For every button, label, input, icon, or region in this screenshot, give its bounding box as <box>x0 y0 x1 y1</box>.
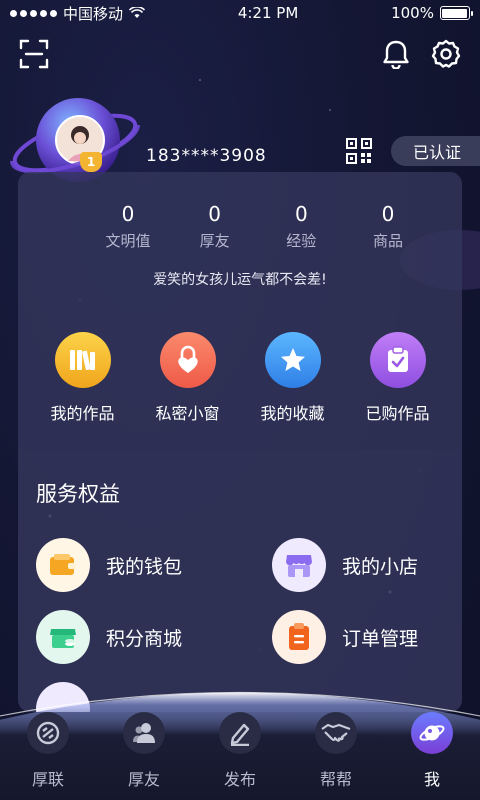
settings-button[interactable] <box>428 36 464 72</box>
wallet-icon <box>50 554 76 575</box>
level-badge-number: 1 <box>86 155 96 169</box>
service-label: 我的钱包 <box>106 555 183 578</box>
stat-civility[interactable]: 0 文明值 <box>98 202 158 251</box>
notifications-button[interactable] <box>378 36 414 72</box>
verified-label: 已认证 <box>413 143 462 162</box>
tab-friends[interactable]: 厚友 <box>104 712 184 790</box>
service-points-mall[interactable]: 积分商城 <box>36 610 182 664</box>
handshake-icon <box>321 723 351 742</box>
stat-label: 文明值 <box>105 232 151 250</box>
stat-goods[interactable]: 0 商品 <box>358 202 418 251</box>
stat-value: 0 <box>121 202 135 226</box>
tab-icon-bg <box>315 712 357 754</box>
level-badge: 1 <box>80 152 102 172</box>
tab-icon-bg <box>27 712 69 754</box>
tab-icon-bg <box>123 712 165 754</box>
points-mall-icon <box>50 629 76 648</box>
friends-icon <box>133 723 155 743</box>
bottom-tab-bar: 厚联 厚友 发布 帮帮 我 <box>0 700 480 800</box>
service-icon-bg <box>272 610 326 664</box>
service-my-store[interactable]: 我的小店 <box>272 538 418 592</box>
service-wallet[interactable]: 我的钱包 <box>36 538 182 592</box>
star-icon <box>280 348 305 371</box>
service-icon-bg <box>272 538 326 592</box>
tab-label: 帮帮 <box>319 770 352 789</box>
service-icon-bg <box>36 610 90 664</box>
shortcut-label: 我的收藏 <box>260 404 325 423</box>
pen-icon <box>230 723 250 746</box>
verified-badge[interactable]: 已认证 <box>391 136 480 166</box>
shortcut-icon-bg <box>369 332 426 388</box>
stat-value: 0 <box>208 202 222 226</box>
tab-help[interactable]: 帮帮 <box>296 712 376 790</box>
wifi-icon <box>129 7 146 18</box>
stat-value: 0 <box>294 202 308 226</box>
shortcut-favorites[interactable]: 我的收藏 <box>248 332 338 442</box>
battery-percent: 100% <box>391 4 434 22</box>
service-order-management[interactable]: 订单管理 <box>272 610 418 664</box>
stat-experience[interactable]: 0 经验 <box>271 202 331 251</box>
shortcut-label: 已购作品 <box>365 404 430 423</box>
service-label: 订单管理 <box>342 627 419 650</box>
bell-icon <box>383 40 409 69</box>
stats-row: 0 文明值 0 厚友 0 经验 0 商品 <box>98 202 418 251</box>
section-title: 服务权益 <box>36 482 120 506</box>
planet-icon <box>419 725 445 741</box>
shortcut-purchased[interactable]: 已购作品 <box>353 332 443 442</box>
scan-icon <box>19 39 49 69</box>
shortcut-icon-bg <box>159 332 216 388</box>
stat-label: 商品 <box>372 232 403 250</box>
signature-motto: 爱笑的女孩儿运气都不会差! <box>153 272 327 288</box>
signal-strength-icon <box>10 9 57 17</box>
carrier-name: 中国移动 <box>63 4 124 23</box>
shortcut-my-works[interactable]: 我的作品 <box>38 332 128 442</box>
shortcut-label: 私密小窗 <box>155 404 220 423</box>
service-icon-bg <box>36 538 90 592</box>
gear-icon <box>431 39 461 68</box>
order-icon <box>289 623 309 650</box>
service-label: 我的小店 <box>342 555 419 578</box>
lock-icon <box>177 345 198 373</box>
clock: 4:21 PM <box>237 4 299 22</box>
shortcut-label: 我的作品 <box>50 404 115 423</box>
stat-label: 厚友 <box>199 232 230 250</box>
phone-number: 183****3908 <box>146 146 267 166</box>
shortcut-icon-bg <box>54 332 111 388</box>
shortcut-icon-bg <box>264 332 321 388</box>
stat-value: 0 <box>381 202 395 226</box>
tab-icon-bg <box>411 712 453 754</box>
tab-publish[interactable]: 发布 <box>200 712 280 790</box>
shortcut-private-window[interactable]: 私密小窗 <box>143 332 233 442</box>
profile-card: 0 文明值 0 厚友 0 经验 0 商品 爱笑的女孩儿运气都不会差! 我的作品 <box>18 172 462 712</box>
books-icon <box>69 350 95 371</box>
tab-label: 我 <box>423 770 440 789</box>
store-icon <box>286 555 312 577</box>
status-bar: 中国移动 4:21 PM 100% <box>0 0 480 26</box>
tab-label: 厚联 <box>31 770 64 789</box>
scan-button[interactable] <box>16 36 52 72</box>
tab-holian[interactable]: 厚联 <box>8 712 88 790</box>
tab-label: 发布 <box>223 770 256 789</box>
battery-icon <box>439 6 473 20</box>
tab-label: 厚友 <box>127 770 160 789</box>
clipboard-check-icon <box>387 346 408 372</box>
tab-icon-bg <box>219 712 261 754</box>
service-label: 积分商城 <box>106 627 183 650</box>
stat-friends[interactable]: 0 厚友 <box>185 202 245 251</box>
shortcut-row: 我的作品 私密小窗 我的收藏 已购作品 <box>18 332 462 442</box>
link-icon <box>36 721 60 745</box>
qr-code-icon[interactable] <box>346 138 372 164</box>
stat-label: 经验 <box>286 232 317 250</box>
tab-me[interactable]: 我 <box>392 712 472 790</box>
